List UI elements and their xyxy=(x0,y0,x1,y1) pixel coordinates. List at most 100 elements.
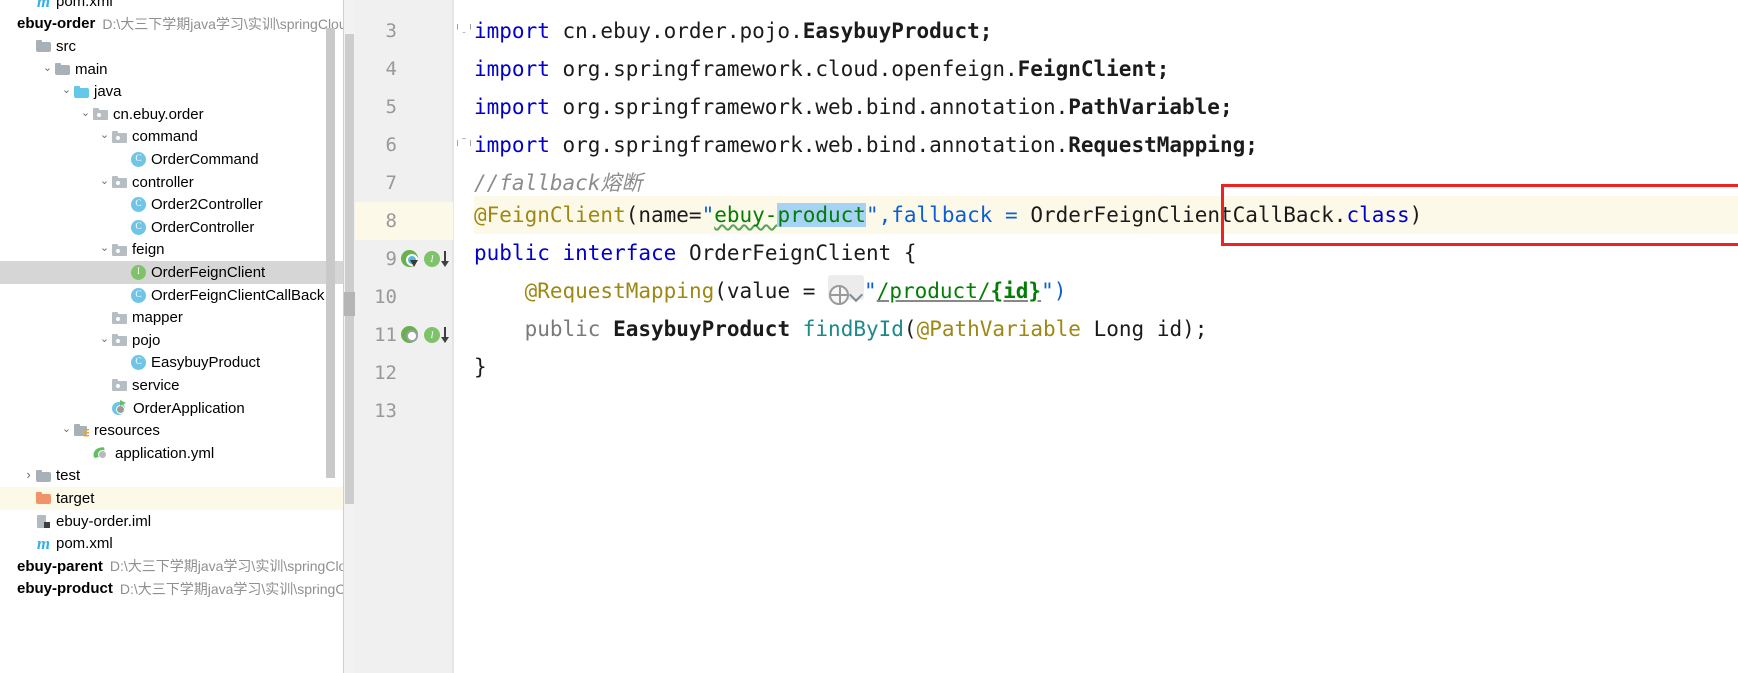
tree-item-label: cn.ebuy.order xyxy=(113,106,204,123)
tree-item-OrderController[interactable]: COrderController xyxy=(0,216,344,239)
editor-horizontal-scrollbar-thumb[interactable] xyxy=(344,292,355,316)
java-class-icon: C xyxy=(131,288,146,303)
chevron-right-icon[interactable]: › xyxy=(21,468,36,481)
url-path-variable-id[interactable]: {id} xyxy=(990,279,1041,303)
url-path-product[interactable]: /product/ xyxy=(877,279,991,303)
tree-item-main[interactable]: ⌄main xyxy=(0,58,344,81)
tree-item-test[interactable]: › test xyxy=(0,465,344,488)
tree-item-resources[interactable]: ⌄resources xyxy=(0,419,344,442)
code-editor[interactable]: 3456789I1011I1213 import cn.ebuy.order.p… xyxy=(344,0,1738,673)
code-fold-marker-line-3[interactable] xyxy=(454,12,474,50)
tree-item-OrderApplication[interactable]: OrderApplication xyxy=(0,397,344,420)
tree-item-application-yml[interactable]: application.yml xyxy=(0,442,344,465)
type-easybuyproduct: EasybuyProduct; xyxy=(803,19,993,43)
chevron-down-icon[interactable]: ⌄ xyxy=(78,108,93,119)
line-number-text: 13 xyxy=(355,392,397,430)
line-number-text: 4 xyxy=(355,50,397,88)
tree-item-OrderFeignClientCallBack[interactable]: C OrderFeignClientCallBack xyxy=(0,284,344,307)
package-icon xyxy=(93,108,108,120)
chevron-down-icon[interactable]: ⌄ xyxy=(97,130,112,141)
interface-implemented-icon[interactable]: I xyxy=(424,251,440,267)
module-file-icon xyxy=(36,514,51,529)
line-number-4: 4 xyxy=(355,50,453,88)
spring-bean-icon[interactable] xyxy=(401,250,420,269)
chevron-down-icon[interactable]: ⌄ xyxy=(59,424,74,435)
chevron-down-icon[interactable]: ⌄ xyxy=(59,85,74,96)
code-line-13[interactable] xyxy=(474,386,1738,424)
interface-implemented-icon[interactable]: I xyxy=(424,327,440,343)
url-inspect-badge[interactable] xyxy=(828,275,864,300)
code-line-8[interactable]: @FeignClient(name="ebuy-product",fallbac… xyxy=(474,196,1738,234)
code-line-5[interactable]: import org.springframework.web.bind.anno… xyxy=(474,88,1738,126)
tree-item-label: OrderFeignClientCallBack xyxy=(151,287,324,304)
code-line-12[interactable]: } xyxy=(474,348,1738,386)
tree-item-command[interactable]: ⌄command xyxy=(0,126,344,149)
chevron-down-icon[interactable]: ⌄ xyxy=(97,243,112,254)
line-number-text: 10 xyxy=(355,278,397,316)
line-number-11: 11I xyxy=(355,316,453,354)
tree-item-label: ebuy-product xyxy=(17,580,113,597)
down-arrow-icon[interactable] xyxy=(441,326,450,345)
line-number-text: 5 xyxy=(355,88,397,126)
param-id: id); xyxy=(1144,317,1207,341)
tree-item-module-ebuy-product[interactable]: ebuy-productD:\大三下学期java学习\实训\springClo xyxy=(0,578,344,601)
code-line-6[interactable]: import org.springframework.web.bind.anno… xyxy=(474,126,1738,164)
tree-item-service[interactable]: service xyxy=(0,374,344,397)
code-fold-marker-line-6[interactable] xyxy=(454,126,474,164)
line-number-12: 12 xyxy=(355,354,453,392)
tree-item-label: OrderCommand xyxy=(151,151,259,168)
kw-import: import xyxy=(474,57,550,81)
tree-item-pom-xml-top[interactable]: mpom.xml xyxy=(0,0,344,13)
tree-item-path: D:\大三下学期java学习\实训\springClou xyxy=(110,556,344,576)
tree-item-module-ebuy-parent[interactable]: ebuy-parent D:\大三下学期java学习\实训\springClou xyxy=(0,555,344,578)
tree-item-OrderCommand[interactable]: COrderCommand xyxy=(0,148,344,171)
gutter-markers-line-9[interactable]: I xyxy=(401,240,450,278)
maven-icon: m xyxy=(36,0,51,9)
line-number-13: 13 xyxy=(355,392,453,430)
chevron-down-icon[interactable]: ⌄ xyxy=(40,63,55,74)
tree-item-label: OrderController xyxy=(151,219,254,236)
tree-item-label: pojo xyxy=(132,332,160,349)
tree-item-cn-ebuy-order[interactable]: ⌄ cn.ebuy.order xyxy=(0,103,344,126)
tree-item-label: ebuy-parent xyxy=(17,558,103,575)
code-line-10[interactable]: @RequestMapping(value = "/product/{id}") xyxy=(474,272,1738,310)
package-icon xyxy=(112,131,127,143)
tree-item-label: test xyxy=(56,467,80,484)
pkg-path: cn.ebuy.order.pojo. xyxy=(550,19,803,43)
code-content[interactable]: import cn.ebuy.order.pojo.EasybuyProduct… xyxy=(474,0,1738,673)
spring-bean-icon[interactable] xyxy=(401,326,420,345)
tree-item-pom-xml-bottom[interactable]: mpom.xml xyxy=(0,532,344,555)
line-number-text: 9 xyxy=(355,240,397,278)
tree-item-src[interactable]: src xyxy=(0,35,344,58)
method-findbyid: findById xyxy=(803,317,904,341)
code-line-9[interactable]: public interface OrderFeignClient { xyxy=(474,234,1738,272)
tree-item-label: EasybuyProduct xyxy=(151,354,260,371)
tree-item-mapper[interactable]: mapper xyxy=(0,306,344,329)
tree-item-target[interactable]: target xyxy=(0,487,344,510)
tree-item-OrderFeignClient[interactable]: IOrderFeignClient xyxy=(0,261,344,284)
code-line-11[interactable]: public EasybuyProduct findById(@PathVari… xyxy=(474,310,1738,348)
gutter-markers-line-11[interactable]: I xyxy=(401,316,450,354)
code-line-3[interactable]: import cn.ebuy.order.pojo.EasybuyProduct… xyxy=(474,12,1738,50)
tree-item-feign[interactable]: ⌄feign xyxy=(0,239,344,262)
tree-item-Order2Controller[interactable]: COrder2Controller xyxy=(0,193,344,216)
tree-item-module-ebuy-order[interactable]: ebuy-orderD:\大三下学期java学习\实训\springClou xyxy=(0,13,344,36)
tree-item-controller[interactable]: ⌄ controller xyxy=(0,171,344,194)
tree-item-EasybuyProduct[interactable]: CEasybuyProduct xyxy=(0,352,344,375)
down-arrow-icon[interactable] xyxy=(441,250,450,269)
globe-icon[interactable] xyxy=(829,285,849,305)
editor-scroll-track xyxy=(344,0,355,673)
project-tree-panel[interactable]: mpom.xmlebuy-orderD:\大三下学期java学习\实训\spri… xyxy=(0,0,344,673)
chevron-down-icon[interactable] xyxy=(850,288,862,300)
tree-item-label: controller xyxy=(132,174,194,191)
tree-vertical-scrollbar[interactable] xyxy=(326,28,335,478)
editor-vertical-scrollbar-thumb[interactable] xyxy=(345,34,354,504)
chevron-down-icon[interactable]: ⌄ xyxy=(97,176,112,187)
tree-item-ebuy-order-iml[interactable]: ebuy-order.iml xyxy=(0,510,344,533)
line-number-5: 5 xyxy=(355,88,453,126)
tree-item-java[interactable]: ⌄java xyxy=(0,80,344,103)
pkg-path: org.springframework.web.bind.annotation. xyxy=(550,95,1068,119)
chevron-down-icon[interactable]: ⌄ xyxy=(97,334,112,345)
tree-item-pojo[interactable]: ⌄ pojo xyxy=(0,329,344,352)
code-line-4[interactable]: import org.springframework.cloud.openfei… xyxy=(474,50,1738,88)
